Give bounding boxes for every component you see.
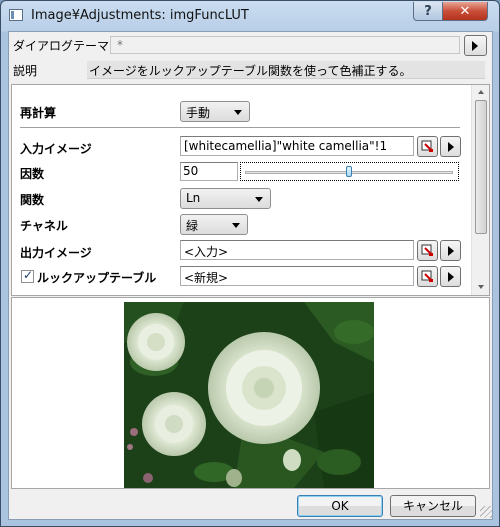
chevron-down-icon (255, 197, 263, 202)
settings-panel: 再計算 手動 入力イメージ [whitecamellia]"white came… (11, 84, 490, 296)
close-button[interactable]: ✕ (442, 2, 488, 21)
theme-field[interactable]: * (110, 36, 460, 54)
function-label: 関数 (20, 193, 45, 207)
input-image-field[interactable]: [whitecamellia]"white camellia"!1 (180, 136, 414, 156)
play-icon (448, 142, 454, 152)
preview-panel (11, 297, 490, 489)
play-icon (448, 246, 454, 256)
play-icon (448, 272, 454, 282)
function-select[interactable]: Ln (180, 188, 271, 209)
input-image-menu-button[interactable] (440, 136, 461, 157)
scroll-down-icon[interactable] (478, 285, 484, 289)
factor-field[interactable]: 50 (180, 162, 238, 181)
lut-label: ルックアップテーブル (37, 271, 157, 285)
output-image-menu-button[interactable] (440, 240, 461, 261)
pick-icon (421, 140, 433, 152)
lut-checkbox[interactable] (21, 268, 34, 283)
description-label: 説明 (13, 64, 38, 78)
input-image-label: 入力イメージ (20, 142, 92, 156)
dialog-client: ダイアログテーマ * 説明 イメージをルックアップテーブル関数を使って色補正する… (8, 31, 493, 520)
recalc-select[interactable]: 手動 (180, 101, 250, 122)
pick-icon (421, 244, 433, 256)
separator (20, 127, 460, 128)
preview-image (124, 302, 374, 488)
app-icon (9, 9, 23, 21)
channel-label: チャネル (20, 219, 68, 233)
recalc-label: 再計算 (20, 106, 57, 120)
channel-value: 緑 (186, 219, 199, 233)
close-icon: ✕ (459, 3, 471, 19)
output-image-field[interactable]: <入力> (180, 240, 414, 260)
lut-field[interactable]: <新規> (180, 266, 414, 286)
function-value: Ln (186, 191, 201, 205)
output-image-pick-button[interactable] (417, 240, 438, 261)
pick-icon (421, 270, 433, 282)
settings-scrollbar[interactable] (471, 85, 489, 295)
theme-label: ダイアログテーマ (13, 39, 110, 53)
window-title: Image¥Adjustments: imgFuncLUT (31, 8, 249, 23)
factor-slider[interactable] (240, 162, 459, 181)
chevron-down-icon (232, 223, 240, 228)
scroll-up-icon[interactable] (478, 90, 484, 94)
output-image-label: 出力イメージ (20, 246, 92, 260)
cancel-button[interactable]: キャンセル (390, 495, 476, 517)
ok-button[interactable]: OK (297, 495, 383, 517)
lut-menu-button[interactable] (440, 266, 461, 287)
theme-menu-button[interactable] (464, 35, 487, 56)
resize-grip-icon[interactable] (480, 506, 492, 518)
channel-select[interactable]: 緑 (180, 214, 248, 235)
chevron-down-icon (234, 110, 242, 115)
play-icon (472, 41, 478, 51)
scroll-thumb[interactable] (475, 100, 487, 234)
recalc-value: 手動 (186, 106, 211, 120)
help-icon: ? (424, 3, 432, 19)
slider-thumb[interactable] (346, 166, 352, 177)
input-image-pick-button[interactable] (417, 136, 438, 157)
title-bar[interactable]: Image¥Adjustments: imgFuncLUT ? ✕ (1, 1, 499, 31)
description-text: イメージをルックアップテーブル関数を使って色補正する。 (87, 61, 485, 79)
help-button[interactable]: ? (413, 2, 443, 21)
factor-label: 因数 (20, 167, 45, 181)
dialog-window: Image¥Adjustments: imgFuncLUT ? ✕ ダイアログテ… (0, 0, 500, 527)
lut-pick-button[interactable] (417, 266, 438, 287)
